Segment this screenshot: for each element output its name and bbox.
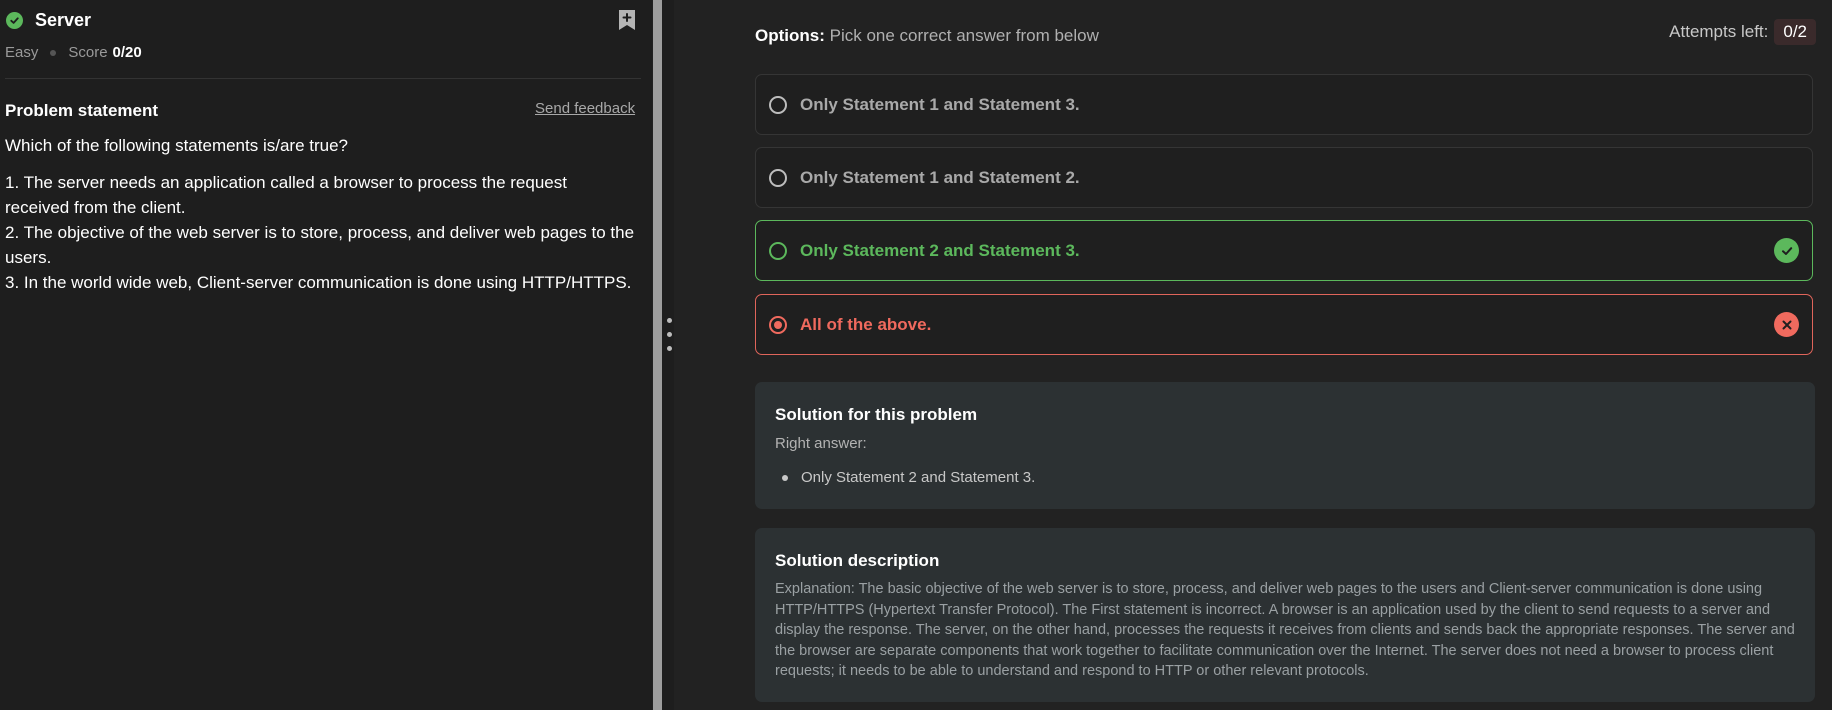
header-divider <box>5 78 641 79</box>
option-1[interactable]: Only Statement 1 and Statement 3. <box>755 74 1813 135</box>
solved-check-icon <box>6 12 23 29</box>
score-value: 0/20 <box>112 44 142 61</box>
statement-list: 1. The server needs an application calle… <box>5 170 635 295</box>
solution-card: Solution for this problem Right answer: … <box>755 382 1815 509</box>
option-3[interactable]: Only Statement 2 and Statement 3. <box>755 220 1813 281</box>
option-label: Only Statement 2 and Statement 3. <box>800 240 1080 260</box>
attempts-badge: 0/2 <box>1774 19 1816 45</box>
send-feedback-link[interactable]: Send feedback <box>535 100 635 117</box>
radio-button[interactable] <box>769 95 787 114</box>
radio-button[interactable] <box>769 168 787 187</box>
problem-header: Server <box>6 10 91 31</box>
separator-dot <box>50 49 57 56</box>
options-header: Options: Pick one correct answer from be… <box>755 26 1099 46</box>
app-root: Server Easy Score 0/20 Problem statement… <box>0 0 1832 710</box>
problem-title: Server <box>35 10 92 30</box>
problem-panel: Server Easy Score 0/20 Problem statement… <box>0 0 652 710</box>
attempts-label: Attempts left: <box>1669 22 1769 41</box>
difficulty-label: Easy <box>5 44 39 61</box>
right-answer-label: Right answer: <box>775 435 867 452</box>
wrong-x-icon <box>1774 312 1799 337</box>
radio-button[interactable] <box>769 241 787 260</box>
left-panel-scrollbar[interactable] <box>653 0 662 710</box>
question-text: Which of the following statements is/are… <box>5 136 348 155</box>
statement-item: 2. The objective of the web server is to… <box>5 223 635 267</box>
solution-description-title: Solution description <box>775 551 940 570</box>
statement-item: 1. The server needs an application calle… <box>5 173 567 217</box>
problem-meta: Easy Score 0/20 <box>5 44 142 61</box>
option-label: Only Statement 1 and Statement 2. <box>800 167 1080 187</box>
option-label: All of the above. <box>800 314 932 334</box>
right-answer-item: Only Statement 2 and Statement 3. <box>775 469 1795 486</box>
score-label: Score <box>68 44 108 61</box>
options-panel: Options: Pick one correct answer from be… <box>674 0 1832 710</box>
option-4[interactable]: All of the above. <box>755 294 1813 355</box>
grip-dot <box>667 332 672 337</box>
solution-title: Solution for this problem <box>775 405 978 424</box>
correct-check-icon <box>1774 238 1799 263</box>
options-label: Options: <box>755 26 825 45</box>
solution-description-text: Explanation: The basic objective of the … <box>775 581 1795 679</box>
radio-fill <box>774 320 782 329</box>
bullet-icon <box>782 474 788 481</box>
right-answer-text: Only Statement 2 and Statement 3. <box>801 469 1036 486</box>
grip-dot <box>667 346 672 351</box>
grip-dot <box>667 318 672 323</box>
panel-resize-handle[interactable] <box>662 0 674 710</box>
option-label: Only Statement 1 and Statement 3. <box>800 94 1080 114</box>
attempts-indicator: Attempts left: 0/2 <box>1669 19 1816 45</box>
bookmark-add-icon[interactable] <box>618 9 636 31</box>
problem-statement-heading: Problem statement <box>5 101 159 120</box>
statement-item: 3. In the world wide web, Client-server … <box>5 273 632 292</box>
radio-button-selected[interactable] <box>769 315 787 334</box>
options-hint: Pick one correct answer from below <box>829 26 1099 45</box>
solution-description-card: Solution description Explanation: The ba… <box>755 528 1815 702</box>
option-2[interactable]: Only Statement 1 and Statement 2. <box>755 147 1813 208</box>
